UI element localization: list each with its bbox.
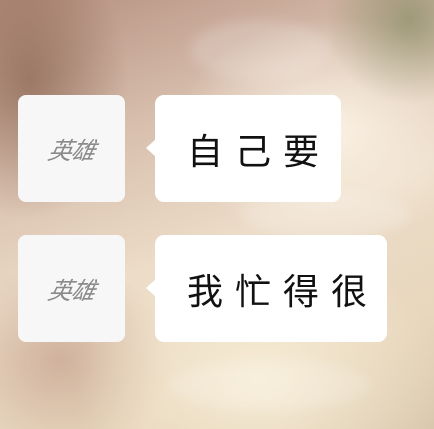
- message-bubble[interactable]: 我忙得很: [146, 235, 387, 342]
- fabric-highlight: [170, 360, 370, 410]
- chat-message: 英雄 我忙得很: [0, 235, 434, 342]
- avatar-signature: 英雄: [44, 277, 97, 305]
- avatar[interactable]: 英雄: [18, 95, 125, 202]
- avatar-signature: 英雄: [44, 137, 97, 165]
- avatar[interactable]: 英雄: [18, 235, 125, 342]
- message-bubble[interactable]: 自己要: [146, 95, 341, 202]
- fabric-highlight: [190, 20, 330, 80]
- chat-message: 英雄 自己要: [0, 95, 434, 202]
- message-text: 我忙得很: [187, 271, 380, 313]
- message-text: 自己要: [187, 131, 332, 173]
